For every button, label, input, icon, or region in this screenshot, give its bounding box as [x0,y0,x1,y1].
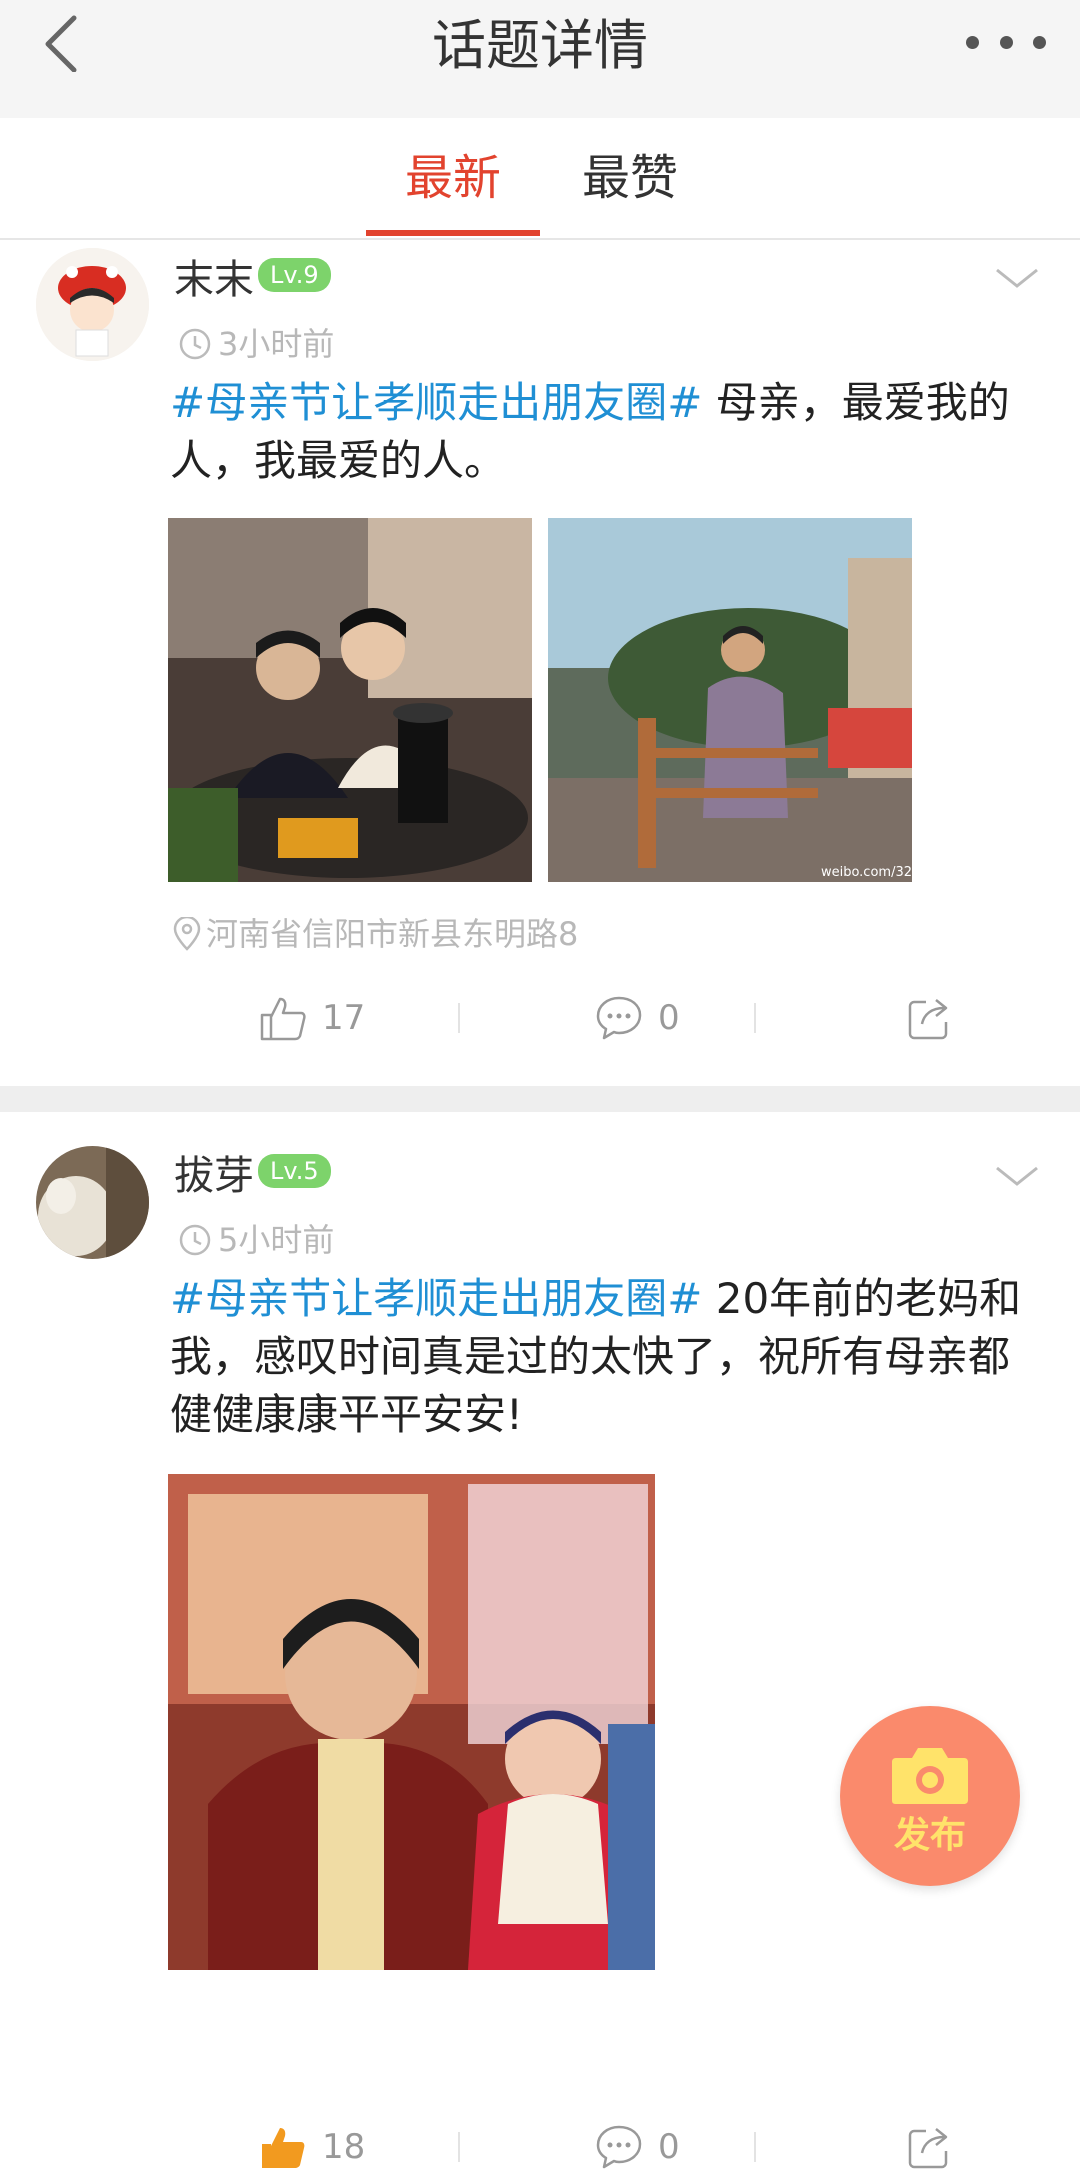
clock-icon [179,328,211,360]
post-image[interactable] [168,518,532,882]
like-button[interactable]: 17 [258,983,365,1053]
hashtag-link[interactable]: #母亲节让孝顺走出朋友圈# [170,378,702,427]
level-badge: Lv.5 [258,1154,331,1188]
username[interactable]: 拔芽 [174,1150,254,1202]
username[interactable]: 末末 [174,254,254,306]
divider [458,2132,460,2162]
avatar[interactable] [36,248,149,361]
share-button[interactable] [906,2112,968,2182]
post-card: 末末 Lv.9 3小时前 #母亲节让孝顺走出朋友圈# 母亲，最爱我的人，我最爱的… [0,240,1080,1086]
post-time: 3小时前 [178,322,334,366]
share-icon [908,2128,948,2169]
post-separator [0,1086,1080,1112]
comment-icon [596,996,642,1040]
comment-icon [596,2125,642,2169]
image-watermark: weibo.com/32 [820,865,912,880]
active-tab-indicator [366,230,540,236]
post-card: 拔芽 Lv.5 5小时前 #母亲节让孝顺走出朋友圈# 20年前的老妈和我，感叹时… [0,1112,1080,2169]
comment-count: 0 [658,2127,680,2167]
share-icon [908,999,948,1040]
post-time: 5小时前 [178,1218,334,1262]
clock-icon [179,1224,211,1256]
post-text: #母亲节让孝顺走出朋友圈# 20年前的老妈和我，感叹时间真是过的太快了，祝所有母… [170,1274,1022,1439]
action-bar: 18 0 [0,2112,1080,2182]
camera-icon [892,1748,968,1804]
location[interactable]: 河南省信阳市新县东明路8 [172,912,578,956]
divider [754,1003,756,1033]
chevron-down-icon[interactable] [994,1164,1040,1188]
post-image[interactable]: weibo.com/32 [548,518,912,882]
avatar[interactable] [36,1146,149,1259]
location-pin-icon [173,917,201,951]
like-button[interactable]: 18 [258,2112,365,2182]
divider [458,1003,460,1033]
top-bar: 话题详情 [0,0,1080,118]
action-bar: 17 0 [0,983,1080,1053]
like-count: 17 [322,998,366,1038]
thumbs-up-icon [262,2128,305,2168]
divider [754,2132,756,2162]
comment-button[interactable]: 0 [594,2112,680,2182]
comment-count: 0 [658,998,680,1038]
more-options-icon[interactable] [966,30,1046,54]
tab-bar: 最新 最赞 [0,118,1080,240]
hashtag-link[interactable]: #母亲节让孝顺走出朋友圈# [170,1274,702,1323]
post-image[interactable] [168,1474,655,1970]
tab-most-liked[interactable]: 最赞 [560,146,700,210]
comment-button[interactable]: 0 [594,983,680,1053]
like-count: 18 [322,2127,366,2167]
share-button[interactable] [906,983,968,1053]
level-badge: Lv.9 [258,258,331,292]
tab-latest[interactable]: 最新 [366,146,540,210]
publish-label: 发布 [893,1815,966,1856]
thumbs-up-icon [260,997,306,1041]
post-text: #母亲节让孝顺走出朋友圈# 母亲，最爱我的人，我最爱的人。 [170,378,1010,485]
chevron-down-icon[interactable] [994,266,1040,290]
page-title: 话题详情 [432,14,648,77]
publish-button[interactable]: 发布 [840,1706,1020,1886]
